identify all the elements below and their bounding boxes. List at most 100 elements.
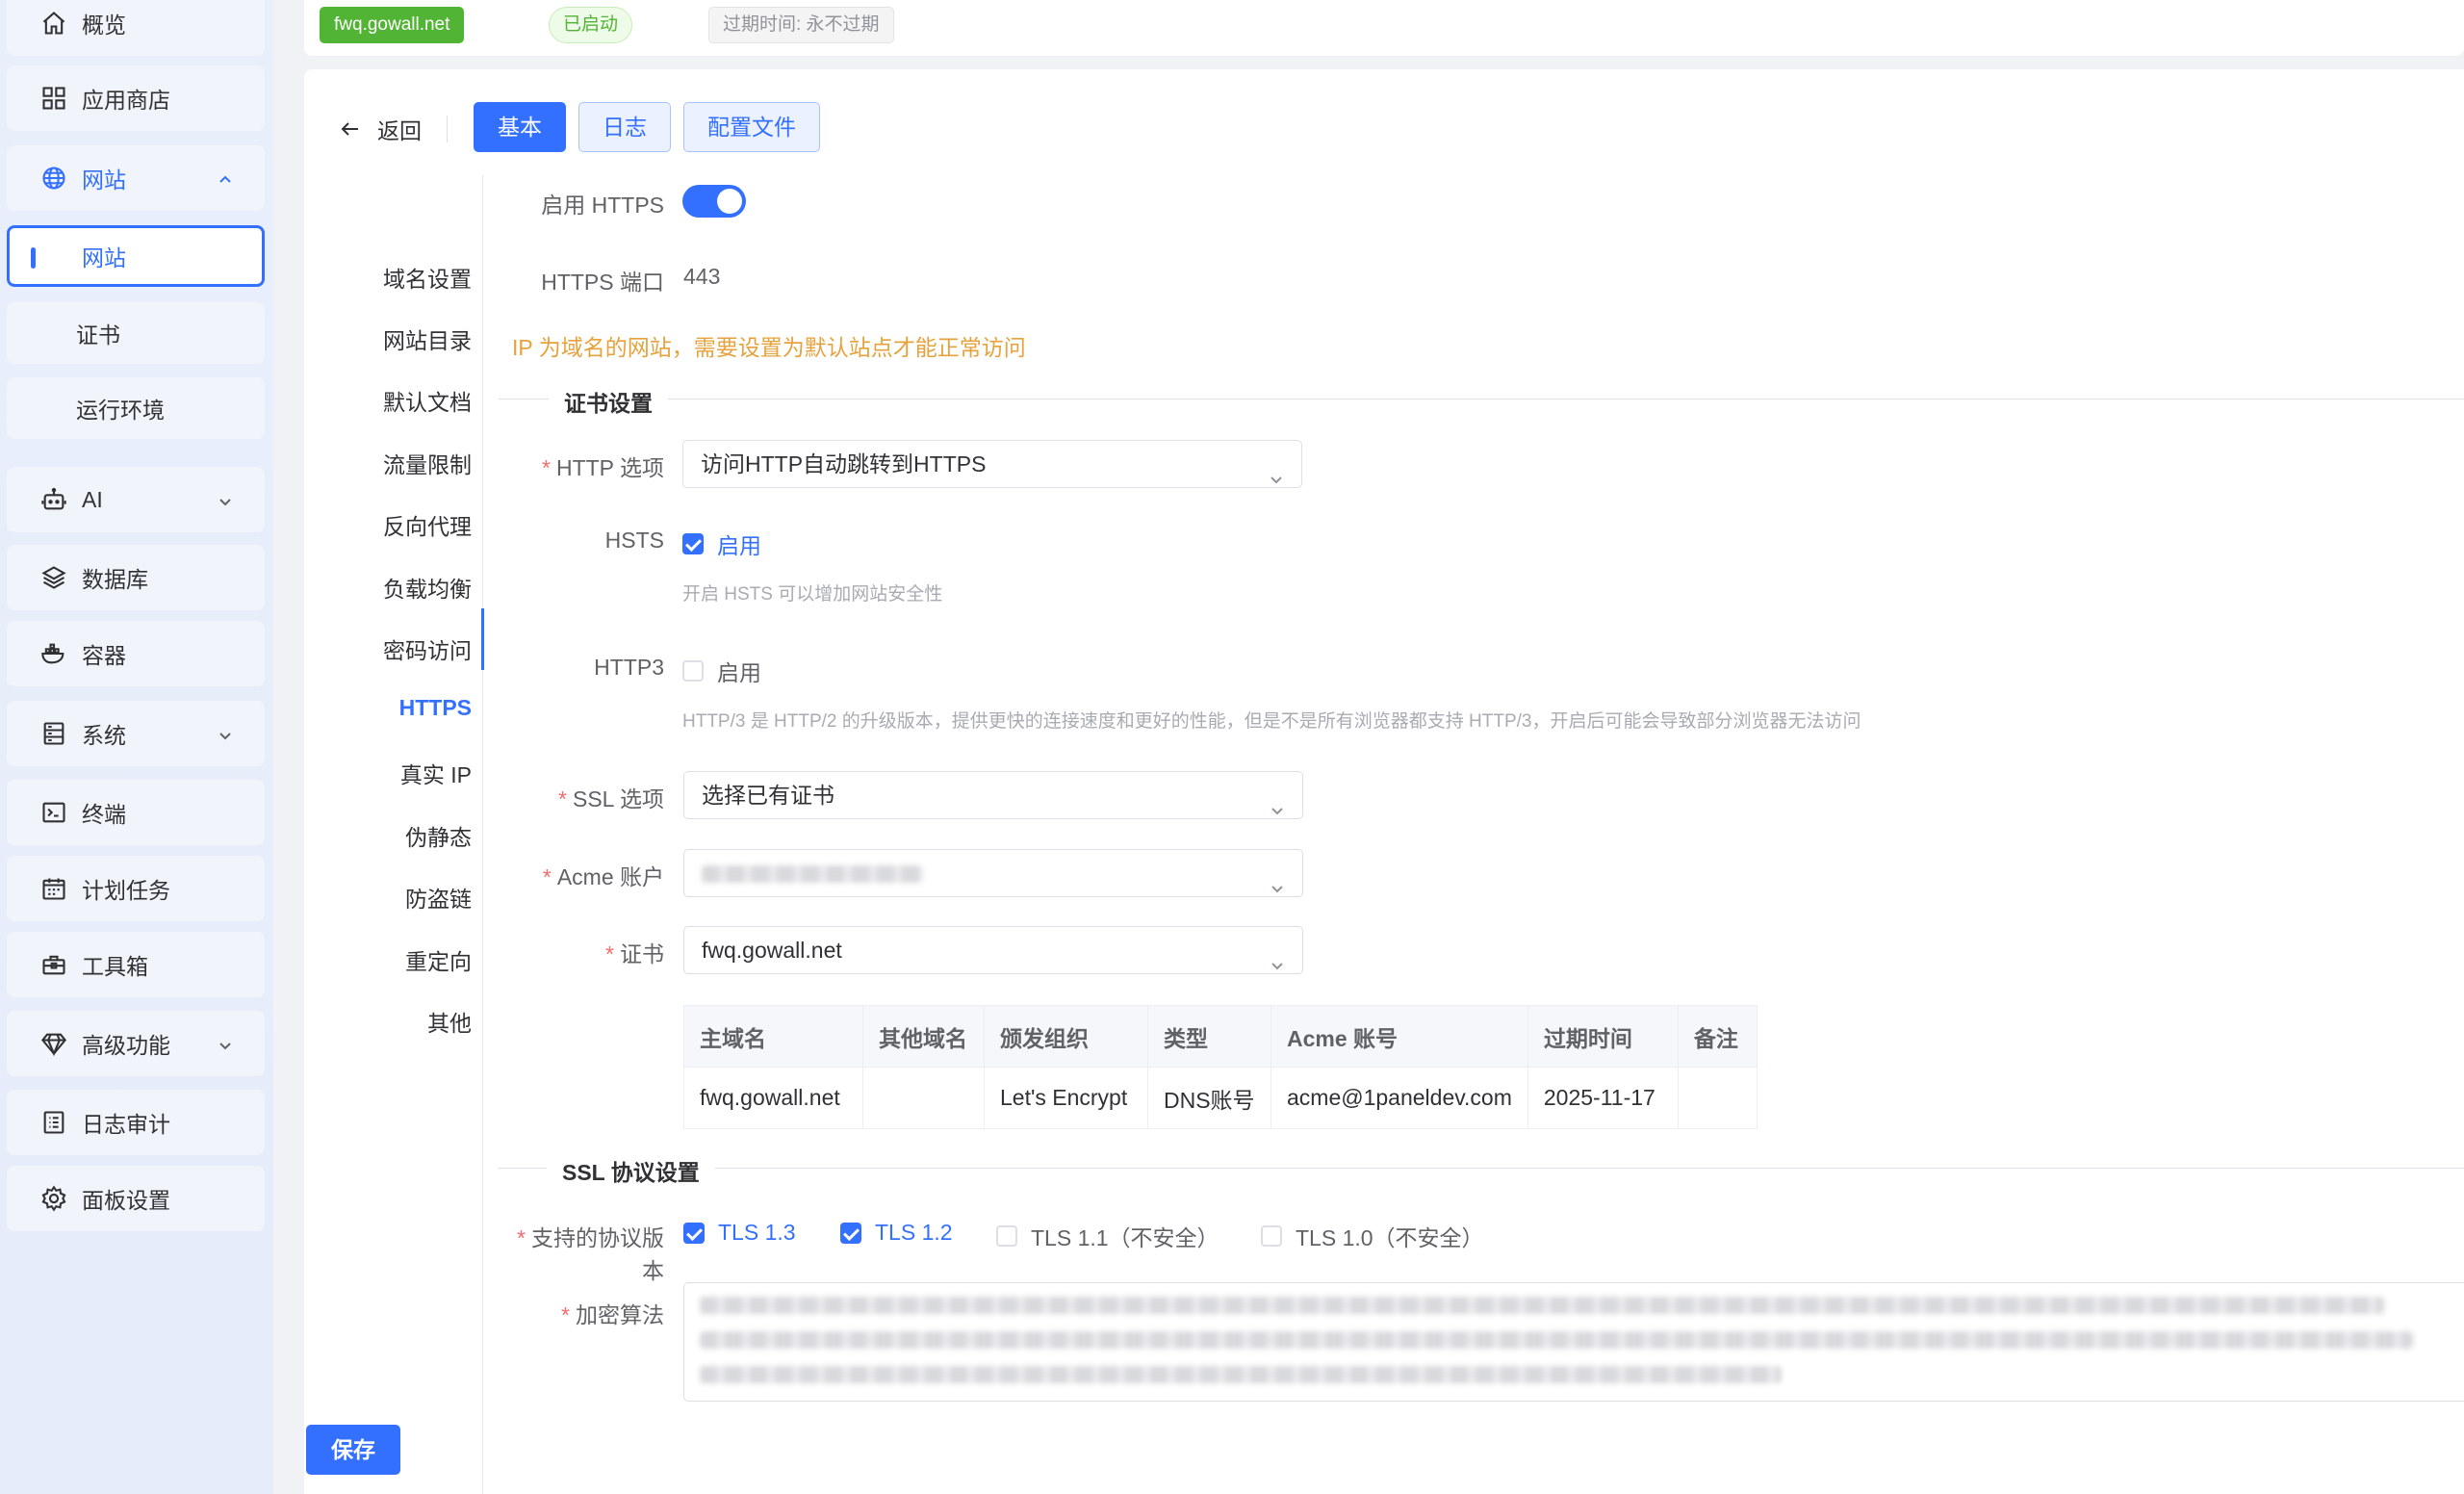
toolbar-divider <box>447 116 448 142</box>
chevron-down-icon <box>1270 942 1285 970</box>
chevron-down-icon <box>217 724 234 741</box>
ssl-section-title: SSL 协议设置 <box>547 1154 715 1187</box>
chevron-up-icon <box>217 168 234 186</box>
sidebar-subitem-runtime[interactable]: 运行环境 <box>7 377 265 439</box>
http-option-value: 访问HTTP自动跳转到HTTPS <box>701 451 987 477</box>
subnav-domain[interactable]: 域名设置 <box>304 261 483 294</box>
tls13-checkbox[interactable]: TLS 1.3 <box>683 1220 796 1246</box>
sidebar-subitem-label: 网站 <box>82 245 126 270</box>
subnav-other[interactable]: 其他 <box>304 1005 483 1038</box>
checkbox-checked-icon <box>683 1222 705 1244</box>
subnav-rewrite[interactable]: 伪静态 <box>304 819 483 852</box>
domain-tag: fwq.gowall.net <box>320 7 465 43</box>
cipher-redacted-line <box>700 1366 1782 1383</box>
ip-warning-text: IP 为域名的网站，需要设置为默认站点才能正常访问 <box>512 335 1026 360</box>
subnav-password-access[interactable]: 密码访问 <box>304 632 483 665</box>
tls12-label: TLS 1.2 <box>875 1220 953 1245</box>
cell-expire-date: 2025-11-17 <box>1527 1067 1679 1129</box>
sidebar-item-advanced[interactable]: 高级功能 <box>7 1011 265 1076</box>
sidebar: 概览 应用商店 网站 网站 证书 运行环境 AI 数据库 容器 系统 终端 计划… <box>0 0 273 1494</box>
back-button[interactable]: 返回 <box>339 113 422 145</box>
enable-https-switch[interactable] <box>682 185 746 218</box>
column-header: Acme 账号 <box>1270 1005 1528 1068</box>
http-option-select[interactable]: 访问HTTP自动跳转到HTTPS <box>682 440 1302 488</box>
subnav-redirect[interactable]: 重定向 <box>304 943 483 976</box>
tab-basic[interactable]: 基本 <box>474 102 566 152</box>
certificate-table: 主域名 其他域名 颁发组织 类型 Acme 账号 过期时间 备注 fwq.gow… <box>683 1005 1758 1129</box>
cell-remark <box>1677 1067 1758 1129</box>
column-header: 主域名 <box>683 1005 863 1068</box>
sidebar-subitem-label: 运行环境 <box>76 398 165 423</box>
sidebar-item-panel-settings[interactable]: 面板设置 <box>7 1166 265 1231</box>
toolbox-icon <box>39 950 68 979</box>
hsts-checkbox[interactable]: 启用 <box>682 528 761 560</box>
save-button[interactable]: 保存 <box>306 1425 400 1475</box>
sidebar-item-ai[interactable]: AI <box>7 467 265 532</box>
back-label: 返回 <box>377 118 422 143</box>
sidebar-item-container[interactable]: 容器 <box>7 621 265 686</box>
certificate-select[interactable]: fwq.gowall.net <box>683 926 1303 974</box>
subnav-reverse-proxy[interactable]: 反向代理 <box>304 508 483 541</box>
column-header: 过期时间 <box>1527 1005 1679 1068</box>
tls11-checkbox[interactable]: TLS 1.1（不安全） <box>996 1220 1219 1252</box>
sidebar-item-log-audit[interactable]: 日志审计 <box>7 1090 265 1155</box>
sidebar-item-label: 工具箱 <box>82 954 148 979</box>
sidebar-item-cron[interactable]: 计划任务 <box>7 856 265 921</box>
subnav-real-ip[interactable]: 真实 IP <box>304 757 483 789</box>
sidebar-item-database[interactable]: 数据库 <box>7 545 265 610</box>
http3-checkbox[interactable]: 启用 <box>682 655 761 687</box>
ssl-option-select[interactable]: 选择已有证书 <box>683 771 1303 819</box>
acme-account-label: * Acme 账户 <box>542 864 664 889</box>
sidebar-item-label: 概览 <box>82 13 126 38</box>
sidebar-item-terminal[interactable]: 终端 <box>7 780 265 845</box>
subnav-rate-limit[interactable]: 流量限制 <box>304 447 483 479</box>
certificate-label: * 证书 <box>605 941 664 966</box>
docker-icon <box>39 639 68 668</box>
website-config-panel: 返回 基本 日志 配置文件 域名设置 网站目录 默认文档 流量限制 反向代理 负… <box>304 69 2464 1494</box>
ssl-option-label: * SSL 选项 <box>558 786 664 811</box>
http3-checkbox-label: 启用 <box>717 660 761 685</box>
ssl-option-value: 选择已有证书 <box>702 783 834 808</box>
ssl-section-divider <box>499 1168 2464 1169</box>
subnav-site-dir[interactable]: 网站目录 <box>304 322 483 355</box>
server-icon <box>39 719 68 748</box>
grid-icon <box>39 84 68 113</box>
robot-icon <box>39 485 68 514</box>
checkbox-checked-icon <box>840 1222 861 1244</box>
cert-section-title: 证书设置 <box>549 385 668 418</box>
arrow-left-icon <box>341 122 358 136</box>
sidebar-item-toolbox[interactable]: 工具箱 <box>7 932 265 997</box>
https-port-value: 443 <box>683 264 721 289</box>
acme-account-select[interactable] <box>683 849 1303 897</box>
tls10-label: TLS 1.0（不安全） <box>1296 1225 1484 1250</box>
subnav-divider <box>482 175 483 1494</box>
chevron-down-icon <box>1270 787 1285 815</box>
sidebar-subitem-website[interactable]: 网站 <box>7 225 265 287</box>
sidebar-item-website[interactable]: 网站 <box>7 145 265 211</box>
sidebar-item-overview[interactable]: 概览 <box>7 0 265 56</box>
layers-icon <box>39 563 68 592</box>
expire-tag: 过期时间: 永不过期 <box>708 7 894 43</box>
subnav-hotlink[interactable]: 防盗链 <box>304 881 483 914</box>
checkbox-checked-icon <box>682 533 704 554</box>
sidebar-item-system[interactable]: 系统 <box>7 701 265 766</box>
hsts-label: HSTS <box>604 528 664 553</box>
sidebar-subitem-certificate[interactable]: 证书 <box>7 302 265 364</box>
sidebar-item-label: 面板设置 <box>82 1188 170 1213</box>
subnav-load-balance[interactable]: 负载均衡 <box>304 571 483 604</box>
chevron-down-icon <box>217 1034 234 1051</box>
cipher-label: * 加密算法 <box>561 1302 664 1327</box>
subnav-default-doc[interactable]: 默认文档 <box>304 384 483 417</box>
cipher-textarea[interactable] <box>683 1282 2464 1402</box>
column-header: 颁发组织 <box>984 1005 1148 1068</box>
subnav-https[interactable]: HTTPS <box>304 695 483 721</box>
tls10-checkbox[interactable]: TLS 1.0（不安全） <box>1261 1220 1484 1252</box>
sidebar-item-app-store[interactable]: 应用商店 <box>7 65 265 131</box>
column-header: 其他域名 <box>862 1005 985 1068</box>
column-header: 类型 <box>1147 1005 1271 1068</box>
enable-https-label: 启用 HTTPS <box>541 193 664 218</box>
tab-log[interactable]: 日志 <box>578 102 671 152</box>
tab-config-file[interactable]: 配置文件 <box>683 102 820 152</box>
tls12-checkbox[interactable]: TLS 1.2 <box>840 1220 953 1246</box>
sidebar-item-label: 数据库 <box>82 567 148 592</box>
